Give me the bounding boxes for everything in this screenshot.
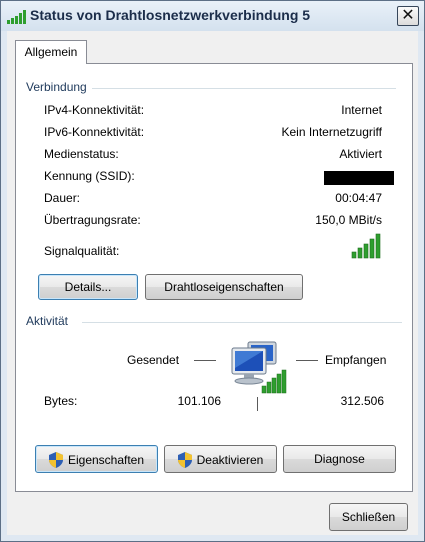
received-connector-line [296, 360, 318, 361]
label-signal-quality: Signalqualität: [44, 244, 120, 258]
value-duration: 00:04:47 [335, 191, 382, 205]
value-media-status: Aktiviert [339, 147, 382, 161]
value-bytes-received: 312.506 [340, 394, 384, 408]
value-bytes-sent: 101.106 [177, 394, 221, 408]
value-ipv4: Internet [341, 103, 382, 117]
details-button[interactable]: Details... [38, 274, 138, 300]
label-ssid: Kennung (SSID): [44, 169, 135, 183]
section-divider [82, 322, 402, 323]
shield-icon [177, 451, 192, 468]
status-dialog: Status von Drahtlosnetzwerkverbindung 5 … [0, 0, 425, 542]
label-duration: Dauer: [44, 191, 81, 205]
shield-icon [48, 451, 63, 468]
label-media-status: Medienstatus: [44, 147, 119, 161]
signal-bars-icon [7, 10, 26, 24]
close-button-label: Schließen [341, 510, 396, 524]
details-button-label: Details... [64, 280, 112, 294]
tab-allgemein[interactable]: Allgemein [15, 40, 87, 64]
bytes-divider [257, 397, 258, 411]
sent-connector-line [194, 360, 216, 361]
label-sent: Gesendet [127, 353, 180, 367]
value-ipv6: Kein Internetzugriff [281, 125, 382, 139]
close-button[interactable]: Schließen [329, 503, 408, 531]
ssid-redacted [324, 171, 394, 185]
disable-button[interactable]: Deaktivieren [164, 445, 277, 473]
label-received: Empfangen [325, 353, 387, 367]
tab-panel: Verbindung IPv4-Konnektivität: Internet … [15, 63, 413, 492]
label-speed: Übertragungsrate: [44, 213, 141, 227]
close-icon[interactable]: ✕ [397, 6, 419, 26]
dialog-client-area: Allgemein Verbindung IPv4-Konnektivität:… [7, 31, 418, 535]
wireless-properties-label: Drahtloseigenschaften [164, 280, 284, 294]
properties-button-label: Eigenschaften [67, 452, 145, 467]
disable-button-label: Deaktivieren [196, 452, 264, 467]
label-bytes: Bytes: [44, 394, 78, 408]
label-ipv6: IPv6-Konnektivität: [44, 125, 145, 139]
diagnose-button[interactable]: Diagnose [283, 445, 396, 473]
section-title-verbindung: Verbindung [26, 80, 87, 94]
label-ipv4: IPv4-Konnektivität: [44, 103, 145, 117]
diagnose-button-label: Diagnose [314, 452, 365, 466]
title-bar[interactable]: Status von Drahtlosnetzwerkverbindung 5 … [1, 1, 424, 31]
network-computers-icon [231, 341, 287, 394]
section-divider [92, 88, 396, 89]
signal-strength-icon [351, 233, 381, 259]
wireless-properties-button[interactable]: Drahtloseigenschaften [145, 274, 303, 300]
value-speed: 150,0 MBit/s [315, 213, 382, 227]
section-title-aktivitaet: Aktivität [26, 314, 69, 328]
window-title: Status von Drahtlosnetzwerkverbindung 5 [30, 7, 311, 23]
properties-button[interactable]: Eigenschaften [35, 445, 158, 473]
